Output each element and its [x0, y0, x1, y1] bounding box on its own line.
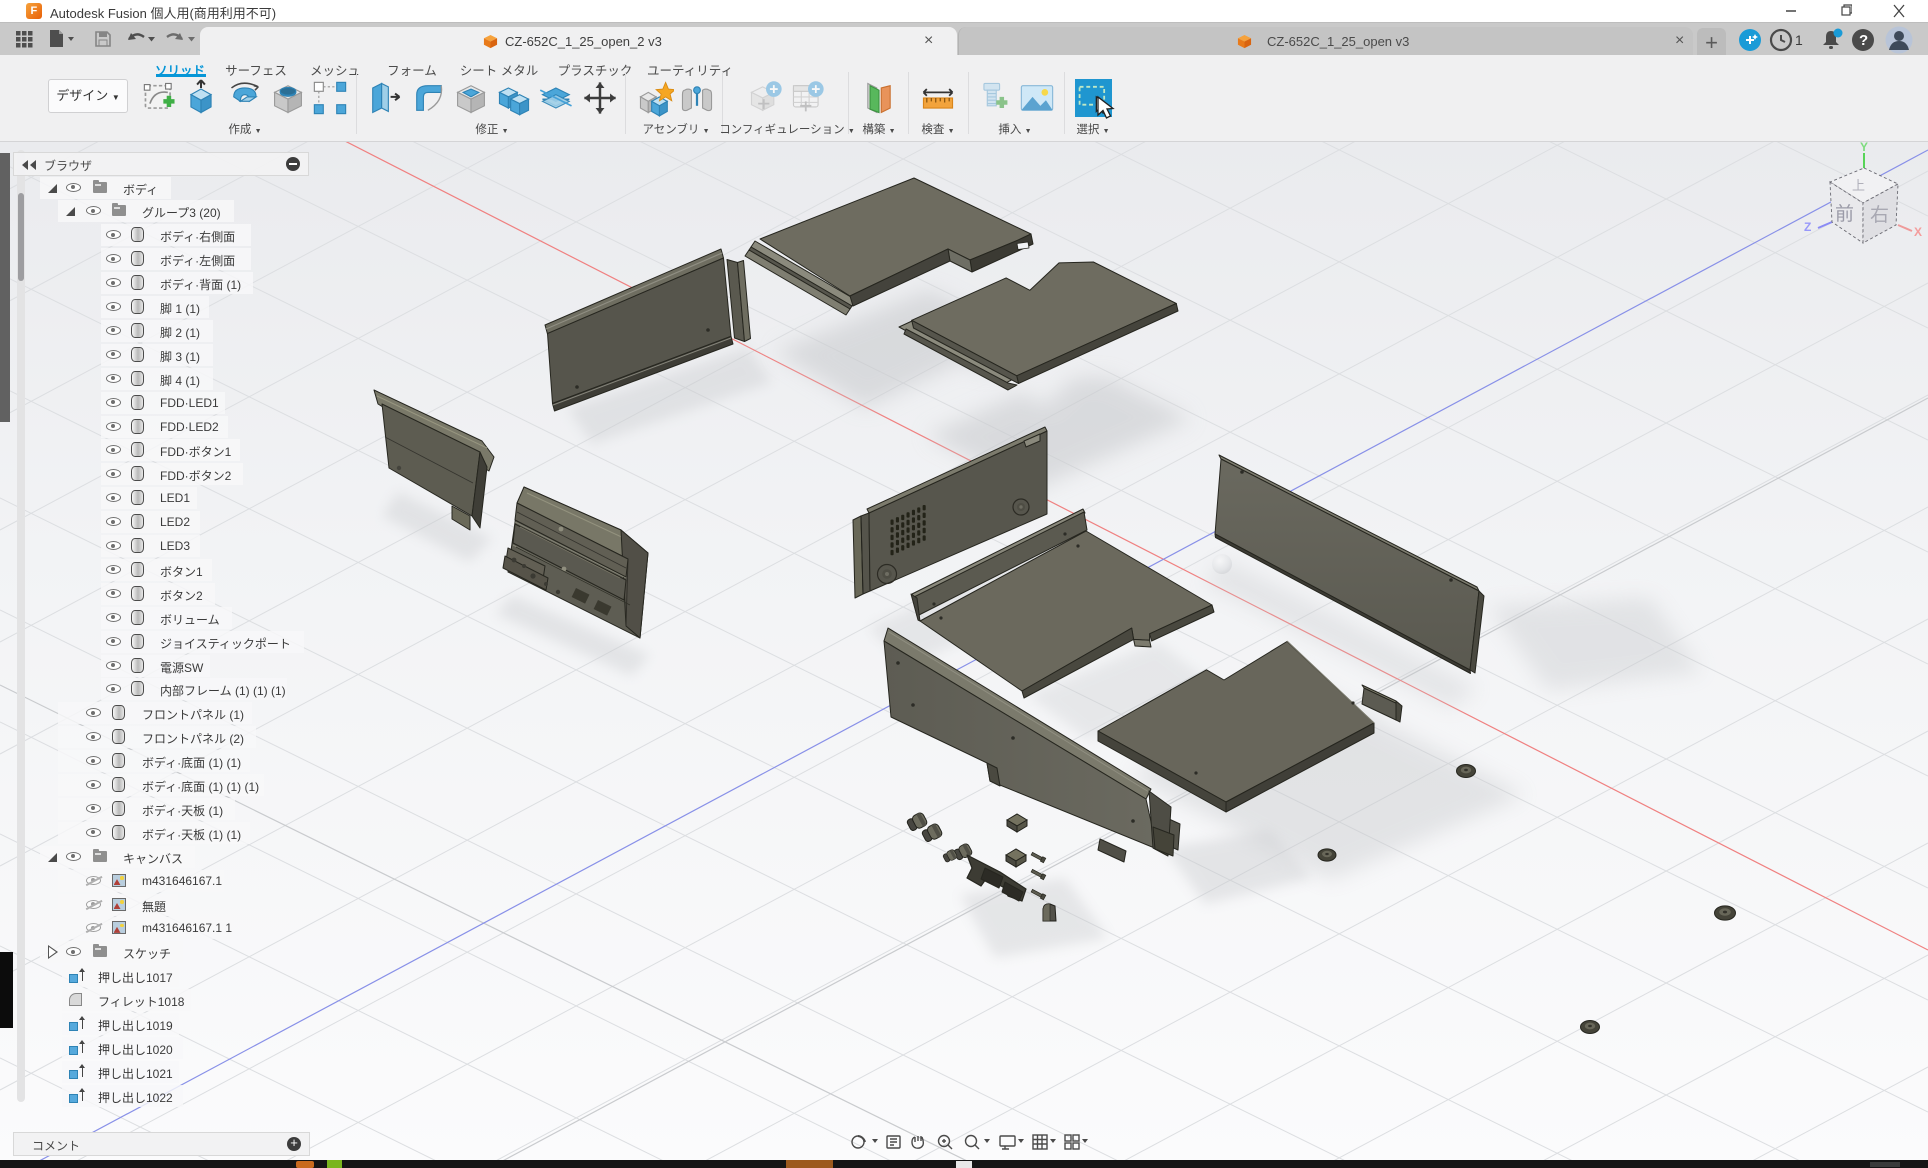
- svg-text:右: 右: [1870, 204, 1889, 226]
- svg-text:上: 上: [1852, 178, 1865, 193]
- svg-text:Y: Y: [1860, 142, 1868, 154]
- svg-text:1: 1: [1795, 32, 1803, 48]
- svg-text:前: 前: [1835, 203, 1854, 225]
- svg-text:X: X: [1914, 225, 1922, 239]
- svg-text:?: ?: [1859, 32, 1868, 49]
- svg-text:Z: Z: [1804, 220, 1811, 234]
